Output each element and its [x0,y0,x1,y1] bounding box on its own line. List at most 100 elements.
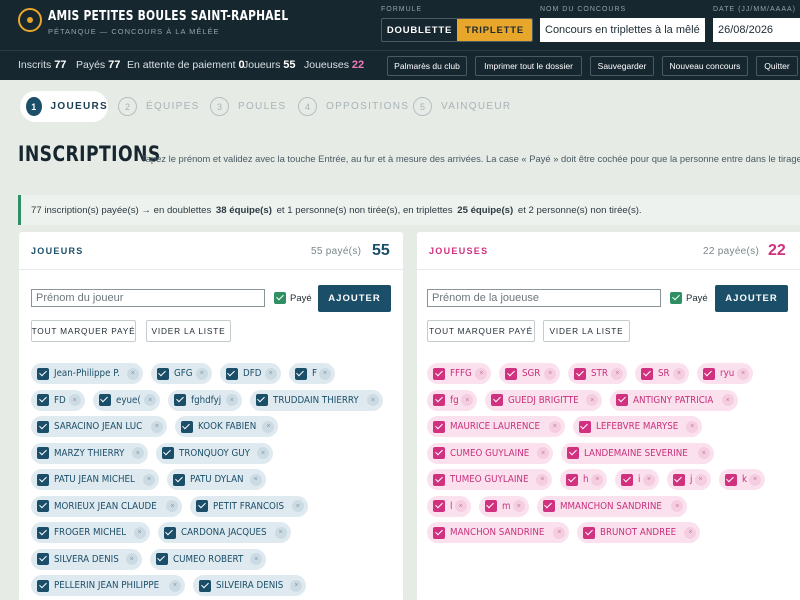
player-chip[interactable]: MARZY THIERRY × [31,442,148,464]
paid-checkbox[interactable] [274,292,286,304]
add-player-button[interactable]: AJOUTER [715,285,788,312]
remove-x-icon[interactable]: × [672,367,685,380]
check-icon[interactable] [433,526,445,539]
player-chip[interactable]: FD × [31,389,85,411]
check-icon[interactable] [37,526,49,539]
player-chip[interactable]: CUMEO ROBERT × [149,548,267,570]
remove-x-icon[interactable]: × [249,473,262,486]
check-icon[interactable] [484,500,497,512]
check-icon[interactable] [578,420,591,433]
check-icon[interactable] [583,526,596,539]
remove-x-icon[interactable]: × [461,394,474,406]
player-chip[interactable]: LANDEMAINE SEVERINE × [561,442,714,464]
check-icon[interactable] [702,367,715,380]
check-icon[interactable] [641,367,654,380]
remove-x-icon[interactable]: × [697,447,710,459]
player-chip[interactable]: F × [288,363,336,384]
remove-x-icon[interactable]: × [512,500,525,512]
player-chip[interactable]: TUMEO GUYLAINE × [427,469,553,490]
remove-x-icon[interactable]: × [264,367,277,380]
remove-x-icon[interactable]: × [291,500,304,512]
check-icon[interactable] [37,553,49,565]
save-button[interactable]: Sauvegarder [590,56,654,76]
remove-x-icon[interactable]: × [143,473,155,486]
check-icon[interactable] [37,579,49,592]
check-icon[interactable] [505,367,518,380]
player-chip[interactable]: KOOK FABIEN × [174,416,279,437]
check-icon[interactable] [433,473,445,486]
remove-x-icon[interactable]: × [536,473,549,486]
player-chip[interactable]: PATU DYLAN × [167,469,266,490]
remove-x-icon[interactable]: × [166,500,179,512]
remove-x-icon[interactable]: × [319,367,332,380]
check-icon[interactable] [542,500,555,512]
remove-x-icon[interactable]: × [721,394,734,406]
check-icon[interactable] [433,500,445,512]
player-chip[interactable]: i × [615,469,659,490]
remove-x-icon[interactable]: × [169,579,181,592]
player-chip[interactable]: FFFG × [427,363,492,384]
remove-x-icon[interactable]: × [548,420,561,433]
remove-x-icon[interactable]: × [133,526,146,539]
palmares-button[interactable]: Palmarès du club [387,56,467,76]
new-contest-button[interactable]: Nouveau concours [662,56,748,76]
player-chip[interactable]: MANCHON SANDRINE × [427,522,570,543]
contest-name-input[interactable] [540,18,705,42]
clear-list-button[interactable]: VIDER LA LISTE [146,320,231,342]
player-chip[interactable]: TRUDDAIN THIERRY × [249,389,383,411]
step-equipes[interactable]: 2 ÉQUIPES [118,91,200,122]
check-icon[interactable] [574,367,587,380]
check-icon[interactable] [567,447,580,459]
player-chip[interactable]: fg × [427,389,478,411]
player-chip[interactable]: ryu × [696,363,754,384]
remove-x-icon[interactable]: × [257,447,270,459]
player-chip[interactable]: PATU JEAN MICHEL × [31,469,159,490]
player-chip[interactable]: MORIEUX JEAN CLAUDE × [31,495,183,517]
player-chip[interactable]: FROGER MICHEL × [31,522,150,543]
remove-x-icon[interactable]: × [748,473,761,486]
remove-x-icon[interactable]: × [737,367,750,380]
check-icon[interactable] [37,420,49,433]
print-all-button[interactable]: Imprimer tout le dossier [475,56,582,76]
player-chip[interactable]: SILVERA DENIS × [31,548,142,570]
player-chip[interactable]: ANTIGNY PATRICIA × [610,389,738,411]
remove-x-icon[interactable]: × [131,447,144,459]
format-triplette-button[interactable]: TRIPLETTE [457,19,532,41]
player-chip[interactable]: PETIT FRANCOIS × [190,495,308,517]
player-chip[interactable]: LEFEBVRE MARYSE × [572,416,703,437]
check-icon[interactable] [433,394,445,406]
remove-x-icon[interactable]: × [694,473,707,486]
check-icon[interactable] [255,394,268,406]
check-icon[interactable] [180,420,193,433]
player-chip[interactable]: Jean-Philippe P. × [31,363,143,384]
player-chip[interactable]: MAURICE LAURENCE × [427,416,565,437]
player-chip[interactable]: CUMEO GUYLAINE × [427,442,554,464]
check-icon[interactable] [225,367,238,380]
player-chip[interactable]: PELLERIN JEAN PHILIPPE × [31,575,185,596]
player-chip[interactable]: DFD × [219,363,281,384]
check-icon[interactable] [161,447,174,459]
remove-x-icon[interactable]: × [454,500,467,512]
mark-all-paid-button[interactable]: TOUT MARQUER PAYÉ [427,320,535,342]
add-player-button[interactable]: AJOUTER [318,285,391,312]
remove-x-icon[interactable]: × [290,579,303,592]
mark-all-paid-button[interactable]: TOUT MARQUER PAYÉ [31,320,136,342]
remove-x-icon[interactable]: × [262,420,275,433]
player-name-input[interactable] [427,289,661,307]
step-oppositions[interactable]: 4 OPPOSITIONS [298,91,409,122]
check-icon[interactable] [724,473,737,486]
player-chip[interactable]: GFG × [150,363,212,384]
remove-x-icon[interactable]: × [144,394,157,406]
check-icon[interactable] [621,473,634,486]
player-chip[interactable]: GUEDJ BRIGITTE × [485,389,603,411]
player-chip[interactable]: eyue(× [92,389,161,411]
player-chip[interactable]: h × [560,469,608,490]
player-chip[interactable]: SARACINO JEAN LUC × [31,416,167,437]
remove-x-icon[interactable]: × [544,367,557,380]
check-icon[interactable] [37,367,49,380]
player-chip[interactable]: MMANCHON SANDRINE × [536,495,688,517]
check-icon[interactable] [174,394,187,406]
check-icon[interactable] [491,394,504,406]
check-icon[interactable] [616,394,629,406]
remove-x-icon[interactable]: × [591,473,604,486]
